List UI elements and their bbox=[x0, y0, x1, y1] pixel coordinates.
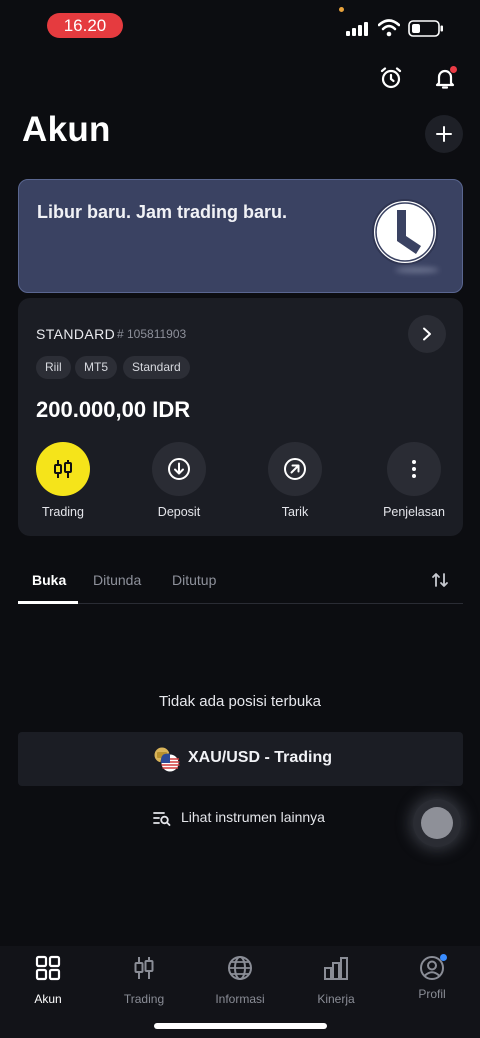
nav-item-profil[interactable]: Profil bbox=[392, 954, 472, 1001]
nav-label-trading: Trading bbox=[123, 992, 165, 1006]
nav-label-akun: Akun bbox=[34, 992, 62, 1006]
tag-account-kind: Riil bbox=[36, 356, 71, 379]
active-tab-indicator bbox=[18, 601, 78, 604]
clock-logo-icon bbox=[372, 199, 438, 265]
withdraw-action-label: Tarik bbox=[281, 505, 309, 519]
nav-item-akun[interactable]: Akun bbox=[8, 955, 88, 1006]
banner-logo-shadow bbox=[395, 267, 439, 273]
instrument-trade-button[interactable]: XAU/USD - Trading bbox=[18, 732, 463, 786]
arrow-down-circle-icon bbox=[168, 458, 190, 480]
withdraw-action-button[interactable]: Tarik bbox=[255, 442, 335, 519]
account-type: STANDARD bbox=[36, 326, 116, 342]
notifications-button[interactable] bbox=[427, 60, 463, 96]
instrument-label: XAU/USD - Trading bbox=[188, 749, 333, 766]
empty-positions-text: Tidak ada posisi terbuka bbox=[158, 693, 322, 710]
tag-platform: MT5 bbox=[75, 356, 117, 379]
plus-icon bbox=[436, 126, 452, 142]
tag-account-plan: Standard bbox=[123, 356, 190, 379]
alarm-clock-icon bbox=[380, 67, 402, 89]
more-action-label: Penjelasan bbox=[383, 505, 445, 519]
candlestick-icon bbox=[134, 957, 154, 979]
nav-label-kinerja: Kinerja bbox=[317, 992, 355, 1006]
deposit-action-label: Deposit bbox=[157, 505, 201, 519]
assistive-touch-knob bbox=[421, 807, 453, 839]
banner-text: Libur baru. Jam trading baru. bbox=[37, 202, 288, 222]
globe-icon bbox=[228, 956, 252, 980]
chevron-right-icon bbox=[423, 327, 431, 341]
xau-usd-flag-icon bbox=[153, 746, 180, 773]
tab-open[interactable]: Buka bbox=[32, 572, 66, 588]
nav-label-profil: Profil bbox=[418, 987, 446, 1001]
account-number: # 105811903 bbox=[117, 327, 187, 341]
home-indicator[interactable] bbox=[154, 1023, 327, 1029]
nav-label-informasi: Informasi bbox=[215, 992, 265, 1006]
wifi-icon bbox=[378, 19, 400, 37]
nav-item-informasi[interactable]: Informasi bbox=[200, 955, 280, 1006]
notification-badge bbox=[449, 65, 458, 74]
more-vertical-icon bbox=[412, 460, 416, 478]
sort-icon[interactable] bbox=[430, 570, 450, 590]
cellular-signal-icon bbox=[346, 22, 368, 36]
list-search-icon bbox=[153, 812, 171, 826]
status-bar: 16.20 bbox=[0, 0, 480, 52]
privacy-indicator-dot bbox=[339, 7, 344, 12]
status-time: 16.20 bbox=[47, 13, 123, 38]
candlestick-icon bbox=[54, 460, 72, 478]
nav-item-trading[interactable]: Trading bbox=[104, 955, 184, 1006]
account-details-button[interactable] bbox=[408, 315, 446, 353]
profile-notification-dot bbox=[440, 954, 447, 961]
promo-banner[interactable]: Libur baru. Jam trading baru. bbox=[18, 179, 463, 293]
add-account-button[interactable] bbox=[425, 115, 463, 153]
account-balance: 200.000,00 IDR bbox=[36, 397, 191, 422]
trading-action-button[interactable]: Trading bbox=[23, 442, 103, 519]
deposit-action-button[interactable]: Deposit bbox=[139, 442, 219, 519]
alarm-button[interactable] bbox=[373, 60, 409, 96]
trading-action-label: Trading bbox=[42, 505, 84, 519]
nav-item-kinerja[interactable]: Kinerja bbox=[296, 955, 376, 1006]
grid-icon bbox=[35, 955, 61, 981]
more-instruments-label: Lihat instrumen lainnya bbox=[181, 809, 325, 825]
page-title: Akun bbox=[22, 110, 111, 149]
battery-icon bbox=[408, 20, 443, 37]
assistive-touch-button[interactable] bbox=[413, 799, 461, 847]
tab-pending[interactable]: Ditunda bbox=[93, 572, 141, 588]
account-card[interactable]: STANDARD # 105811903 Riil MT5 Standard 2… bbox=[18, 298, 463, 536]
arrow-up-right-circle-icon bbox=[284, 458, 306, 480]
positions-tabs: Buka Ditunda Ditutup bbox=[18, 560, 463, 604]
tab-closed[interactable]: Ditutup bbox=[172, 572, 216, 588]
bar-chart-icon bbox=[324, 957, 348, 980]
more-action-button[interactable]: Penjelasan bbox=[374, 442, 454, 519]
